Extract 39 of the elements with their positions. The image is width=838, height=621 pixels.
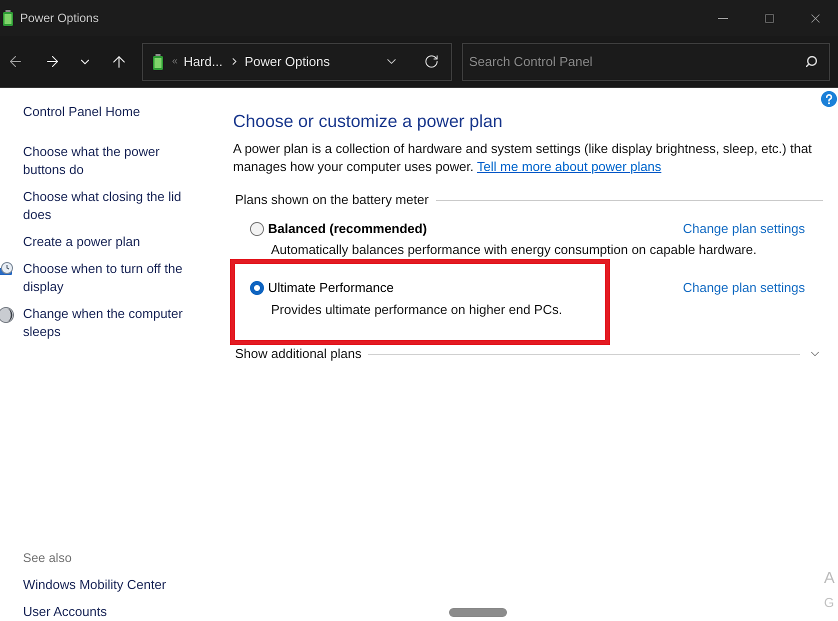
sidebar-link[interactable]: Choose what closing the lid does [23,188,191,224]
refresh-icon [424,54,438,69]
activation-notice-text: G [824,595,834,611]
group-label: Plans shown on the battery meter [235,191,429,209]
change-plan-settings-link[interactable]: Change plan settings [682,219,805,239]
intro-paragraph: A power plan is a collection of hardware and system settings (like display brightness, sleep, etc.) that manages how your computer uses power. Tell me more about power plans [233,140,813,176]
maximize-icon [764,12,774,24]
show-additional-plans-label[interactable]: Show additional plans [235,345,362,363]
overflow-marker[interactable]: « [172,54,178,69]
sidebar-link[interactable]: Control Panel Home [23,103,191,121]
change-plan-settings-link[interactable]: Change plan settings [682,278,805,298]
sidebar-link[interactable]: Change when the computer sleeps [23,305,191,341]
sidebar-link[interactable]: Choose when to turn off the display [23,260,191,296]
activation-notice-text: A [824,569,835,589]
plan-name: Ultimate Performance [268,279,394,298]
plan-description: Provides ultimate performance on higher end PCs. [270,301,562,319]
see-also-link[interactable]: User Accounts [23,603,107,621]
learn-more-link[interactable]: Tell me more about power plans [477,159,662,174]
battery-icon [152,54,164,70]
sidebar-link[interactable]: Choose what the power buttons do [23,143,191,179]
breadcrumb-item[interactable]: Hard... [184,52,223,72]
moon-icon [0,307,14,323]
scroll-handle[interactable] [449,608,507,617]
plan-description: Automatically balances performance with energy consumption on capable hardware. [270,241,757,259]
radio-button[interactable] [250,222,264,236]
see-also-heading: See also [23,550,72,567]
help-icon[interactable] [821,91,837,107]
breadcrumb-item[interactable]: Power Options [244,52,330,72]
plan-name: Balanced (recommended) [268,220,427,238]
search-field[interactable]: Search Control Panel [462,42,830,80]
sidebar-link[interactable]: Create a power plan [23,233,191,251]
address-field[interactable]: « Hard... Power Options [142,42,452,80]
search-icon [805,54,818,68]
page-heading: Choose or customize a power plan [233,110,502,132]
see-also-link[interactable]: Windows Mobility Center [23,576,166,594]
monitor-clock-icon [0,262,14,276]
window-title: Power Options [20,10,99,27]
radio-button[interactable] [250,281,264,295]
battery-icon [2,10,14,26]
